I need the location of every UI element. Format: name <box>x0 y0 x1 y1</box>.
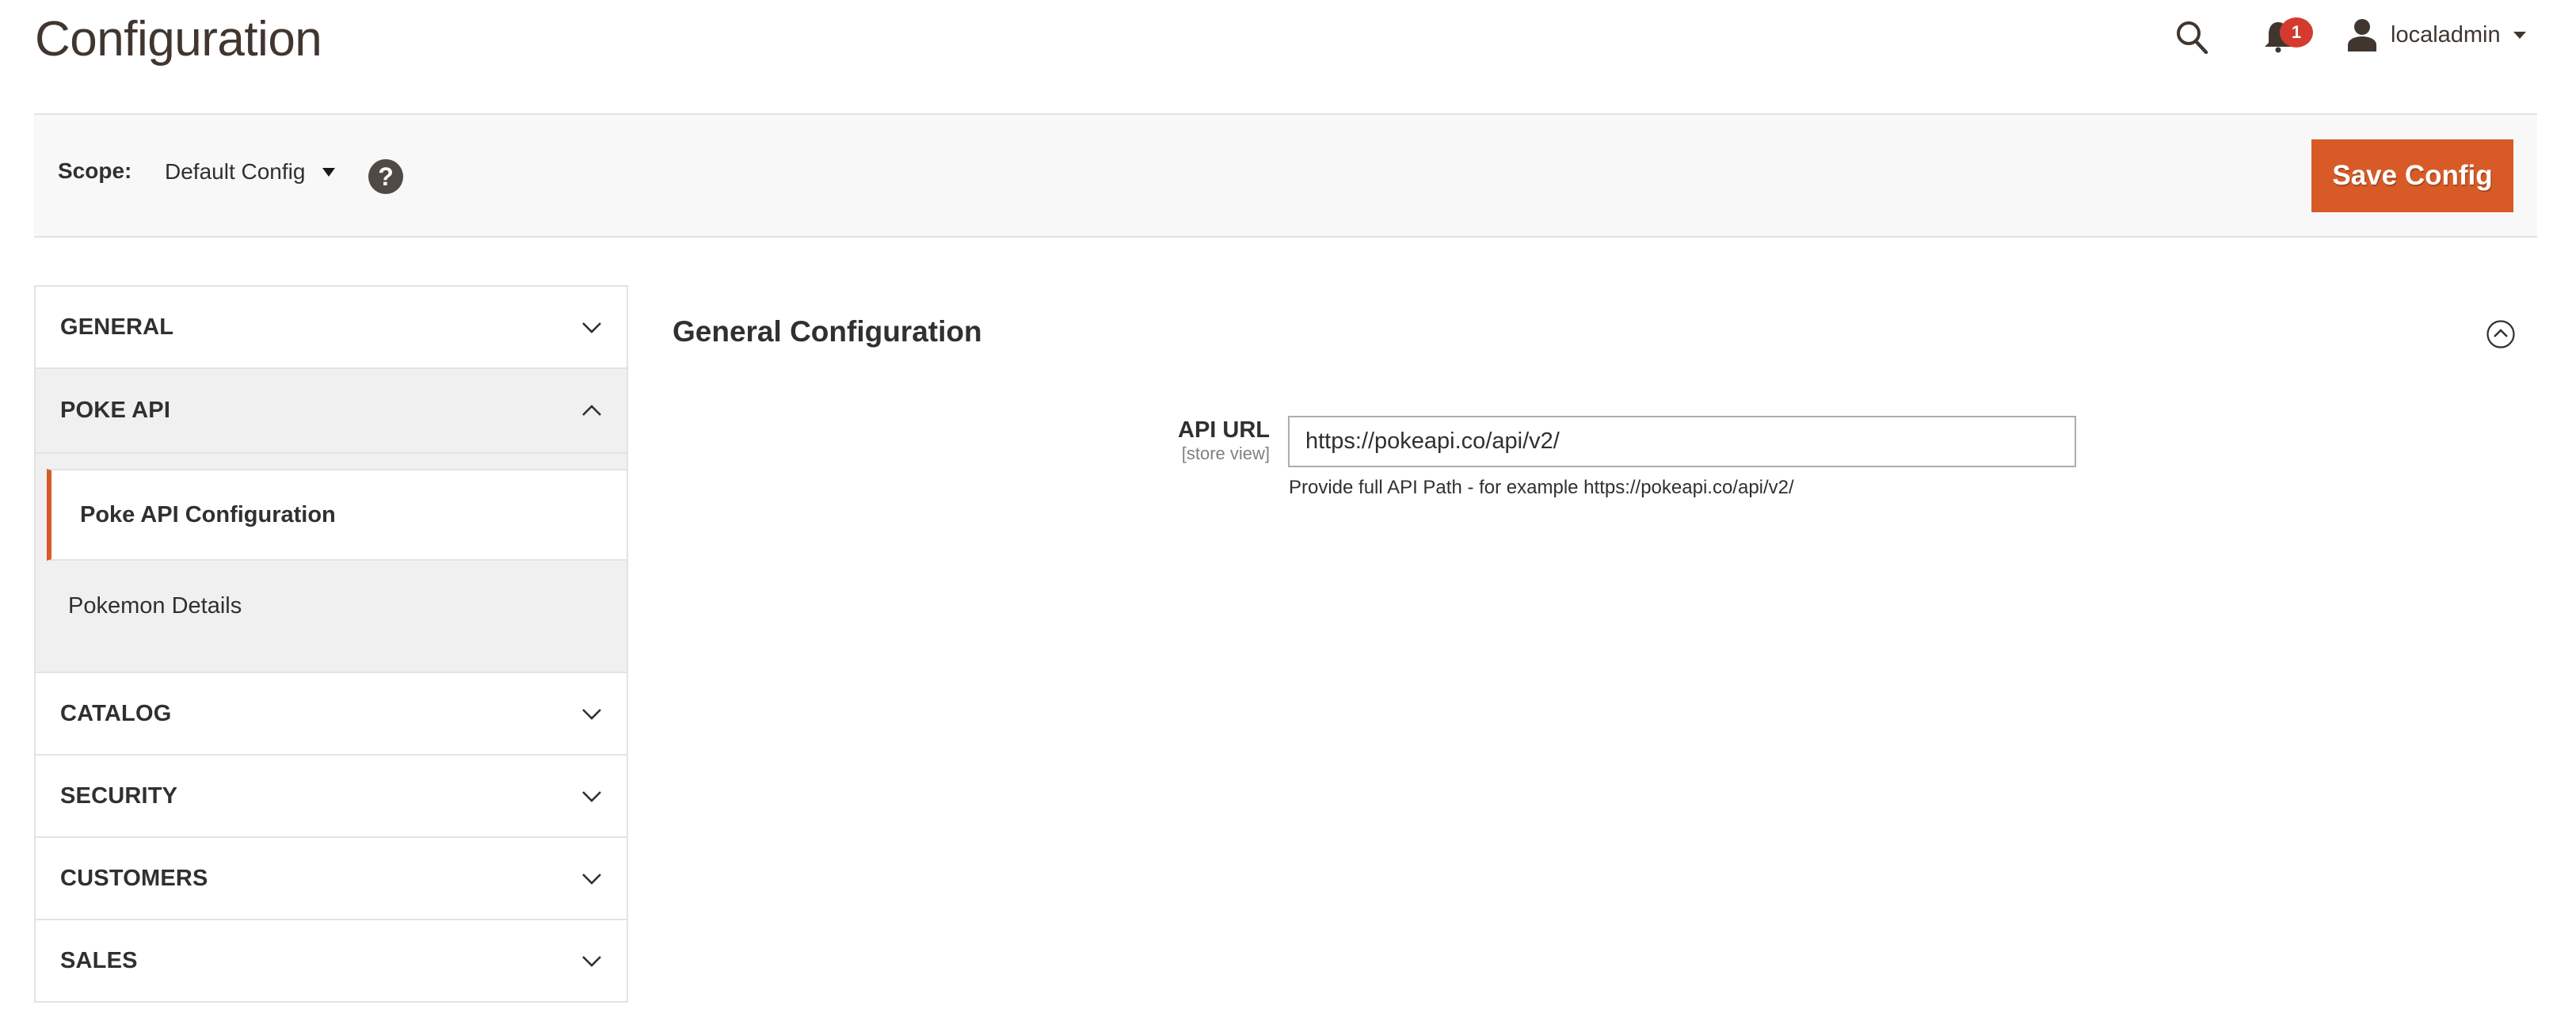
sidebar-tab-label: CATALOG <box>60 700 172 726</box>
user-icon <box>2345 18 2380 51</box>
sidebar-tab-general[interactable]: GENERAL <box>36 287 627 369</box>
api-url-note: Provide full API Path - for example http… <box>1289 477 1794 498</box>
sidebar-tab-poke-api[interactable]: POKE API <box>36 369 627 454</box>
section-title[interactable]: General Configuration <box>673 315 982 348</box>
collapse-section-icon[interactable] <box>2486 320 2515 348</box>
notifications-badge[interactable]: 1 <box>2280 17 2313 48</box>
user-menu[interactable]: localadmin <box>2345 16 2526 54</box>
sidebar-tab-security[interactable]: SECURITY <box>36 756 627 838</box>
api-url-scope: [store view] <box>1181 444 1270 463</box>
sidebar-tab-label: CUSTOMERS <box>60 865 208 891</box>
sidebar-tab-customers[interactable]: CUSTOMERS <box>36 838 627 920</box>
sidebar-tab-label: SALES <box>60 947 138 973</box>
user-name: localadmin <box>2391 21 2501 48</box>
sidebar-item-pokemon-details[interactable]: Pokemon Details <box>36 561 627 672</box>
chevron-down-icon <box>582 956 601 967</box>
api-url-label-text: API URL <box>1178 417 1270 443</box>
scope-switcher[interactable]: Default Config <box>165 154 336 189</box>
config-sidebar: GENERAL POKE API Poke API Configuration … <box>34 285 628 1003</box>
sidebar-item-poke-api-configuration[interactable]: Poke API Configuration <box>47 469 627 561</box>
save-config-button[interactable]: Save Config <box>2311 139 2513 212</box>
search-icon[interactable] <box>2174 19 2209 55</box>
caret-down-icon <box>322 167 336 177</box>
page-title: Configuration <box>35 12 322 67</box>
scope-label: Scope: <box>58 158 132 183</box>
sidebar-tab-label: POKE API <box>60 398 171 423</box>
api-url-label: API URL [store view] <box>1093 417 1270 464</box>
chevron-up-icon <box>582 404 601 416</box>
caret-down-icon <box>2513 31 2526 39</box>
sidebar-tab-label: GENERAL <box>60 314 174 340</box>
api-url-input[interactable] <box>1288 416 2076 467</box>
chevron-down-icon <box>582 791 601 802</box>
chevron-down-icon <box>582 322 601 333</box>
scope-value: Default Config <box>165 159 306 184</box>
sidebar-tab-catalog[interactable]: CATALOG <box>36 673 627 756</box>
chevron-down-icon <box>582 709 601 720</box>
sidebar-tab-label: SECURITY <box>60 782 178 809</box>
scope-toolbar: Scope: Default Config ? Save Config <box>34 113 2537 238</box>
help-icon[interactable]: ? <box>368 159 403 194</box>
sidebar-tab-sales[interactable]: SALES <box>36 920 627 1003</box>
chevron-down-icon <box>582 874 601 885</box>
sidebar-submenu-poke-api: Poke API Configuration Pokemon Details <box>36 454 627 673</box>
